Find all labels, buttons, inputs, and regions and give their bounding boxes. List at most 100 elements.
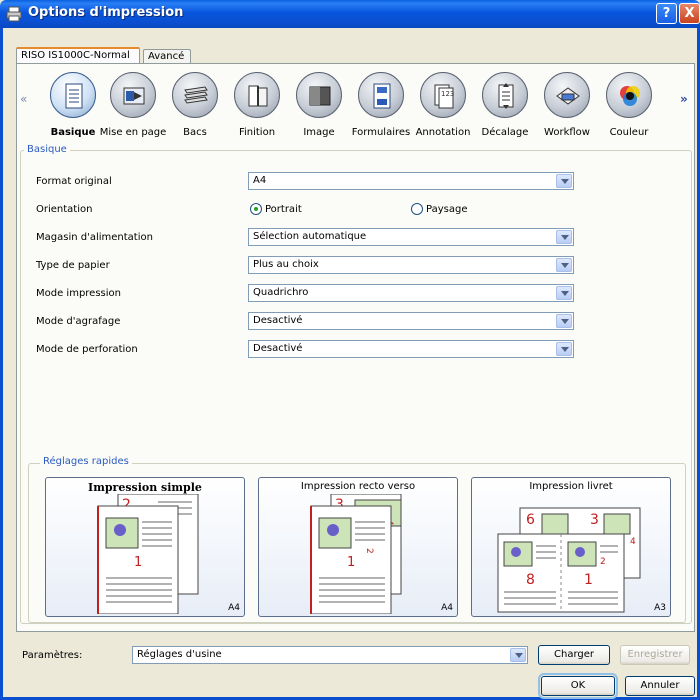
- duplex-print-illustration: 3 4 2 1: [310, 494, 402, 614]
- orientation-portrait-radio[interactable]: Portrait: [250, 203, 302, 215]
- category-label: Décalage: [481, 127, 529, 138]
- chevron-down-icon[interactable]: [556, 258, 572, 272]
- page-number: 6: [526, 512, 535, 528]
- category-label: Annotation: [415, 127, 471, 138]
- quick-settings-title: Réglages rapides: [40, 456, 132, 467]
- category-label: Formulaires: [351, 127, 411, 138]
- type-papier-select[interactable]: Plus au choix: [248, 256, 574, 274]
- type-papier-label: Type de papier: [36, 260, 110, 271]
- category-bacs[interactable]: Bacs: [160, 72, 230, 144]
- color-icon: [606, 72, 652, 118]
- category-formulaires[interactable]: Formulaires: [346, 72, 416, 144]
- page-number: 1: [584, 572, 593, 588]
- type-papier-value: Plus au choix: [253, 259, 319, 270]
- category-label: Mise en page: [99, 127, 167, 138]
- category-finition[interactable]: Finition: [222, 72, 292, 144]
- magasin-label: Magasin d'alimentation: [36, 232, 153, 243]
- mode-perforation-value: Desactivé: [253, 343, 303, 354]
- window-title: Options d'impression: [28, 5, 184, 20]
- booklet-print-illustration: 6 3 4 2 8 1: [497, 507, 641, 613]
- mode-impression-value: Quadrichro: [253, 287, 309, 298]
- page-number: 1: [347, 555, 355, 570]
- params-value: Réglages d'usine: [137, 649, 222, 660]
- quick-card-livret[interactable]: Impression livret 6 3 4 2 8 1 A3: [471, 477, 671, 617]
- layout-icon: [110, 72, 156, 118]
- help-button[interactable]: ?: [656, 3, 677, 24]
- ok-button[interactable]: OK: [538, 673, 618, 699]
- close-button[interactable]: X: [679, 3, 700, 24]
- chevron-down-icon[interactable]: [510, 648, 526, 662]
- card-title: Impression livret: [529, 481, 613, 492]
- orientation-label: Orientation: [36, 204, 93, 215]
- card-title: Impression simple: [88, 481, 202, 494]
- chevron-down-icon[interactable]: [556, 230, 572, 244]
- card-paper-size: A3: [654, 603, 666, 613]
- page-number: 2: [364, 548, 374, 554]
- page-number: 3: [590, 512, 599, 528]
- tab-riso-normal[interactable]: RISO IS1000C-Normal: [16, 47, 140, 64]
- chevron-down-icon[interactable]: [556, 342, 572, 356]
- category-workflow[interactable]: Workflow: [532, 72, 602, 144]
- chevron-down-icon[interactable]: [556, 286, 572, 300]
- format-original-label: Format original: [36, 176, 112, 187]
- mode-impression-select[interactable]: Quadrichro: [248, 284, 574, 302]
- chevron-down-icon[interactable]: [556, 174, 572, 188]
- portrait-label: Portrait: [265, 203, 302, 215]
- offset-icon: [482, 72, 528, 118]
- category-label: Finition: [238, 127, 276, 138]
- radio-unselected-icon[interactable]: [411, 203, 423, 215]
- params-label: Paramètres:: [22, 650, 83, 661]
- trays-icon: [172, 72, 218, 118]
- magasin-value: Sélection automatique: [253, 231, 367, 242]
- page-number: 2: [600, 557, 606, 567]
- page-number: 1: [134, 555, 142, 570]
- annuler-button[interactable]: Annuler: [625, 676, 695, 696]
- category-mise-en-page[interactable]: Mise en page: [98, 72, 168, 144]
- mode-agrafage-label: Mode d'agrafage: [36, 316, 121, 327]
- category-label: Bacs: [183, 127, 207, 138]
- tab-avance[interactable]: Avancé: [143, 49, 191, 64]
- category-label: Workflow: [544, 127, 590, 138]
- finishing-icon: [234, 72, 280, 118]
- mode-perforation-label: Mode de perforation: [36, 344, 138, 355]
- params-select[interactable]: Réglages d'usine: [132, 646, 528, 664]
- category-image[interactable]: Image: [284, 72, 354, 144]
- printer-app-icon: [6, 6, 22, 22]
- basique-group-title: Basique: [24, 144, 70, 155]
- mode-agrafage-select[interactable]: Desactivé: [248, 312, 574, 330]
- title-bar: Options d'impression ? X: [0, 0, 700, 28]
- quick-card-recto-verso[interactable]: Impression recto verso 3 4 2 1 A4: [258, 477, 458, 617]
- charger-button[interactable]: Charger: [538, 645, 610, 665]
- enregistrer-button[interactable]: Enregistrer: [620, 645, 690, 665]
- magasin-select[interactable]: Sélection automatique: [248, 228, 574, 246]
- category-label: Image: [303, 127, 335, 138]
- category-decalage[interactable]: Décalage: [470, 72, 540, 144]
- chevron-down-icon[interactable]: [556, 314, 572, 328]
- page-number: 4: [630, 537, 636, 547]
- simple-print-illustration: 2 1: [97, 494, 199, 614]
- forms-icon: [358, 72, 404, 118]
- card-title: Impression recto verso: [300, 481, 416, 492]
- card-paper-size: A4: [441, 603, 453, 613]
- orientation-paysage-radio[interactable]: Paysage: [411, 203, 467, 215]
- mode-perforation-select[interactable]: Desactivé: [248, 340, 574, 358]
- quick-card-simple[interactable]: Impression simple 2 1 A4: [45, 477, 245, 617]
- card-paper-size: A4: [228, 603, 240, 613]
- workflow-icon: [544, 72, 590, 118]
- category-annotation[interactable]: 123 Annotation: [408, 72, 478, 144]
- category-couleur[interactable]: Couleur: [594, 72, 664, 144]
- mode-agrafage-value: Desactivé: [253, 315, 303, 326]
- image-icon: [296, 72, 342, 118]
- svg-text:123: 123: [441, 90, 454, 98]
- document-icon: [50, 72, 96, 118]
- scroll-right-icon[interactable]: »: [680, 92, 688, 106]
- page-number: 8: [526, 572, 535, 588]
- format-original-value: A4: [253, 175, 267, 186]
- annotation-icon: 123: [420, 72, 466, 118]
- radio-selected-icon[interactable]: [250, 203, 262, 215]
- category-label: Couleur: [609, 127, 649, 138]
- scroll-left-icon[interactable]: «: [20, 92, 27, 106]
- mode-impression-label: Mode impression: [36, 288, 121, 299]
- format-original-select[interactable]: A4: [248, 172, 574, 190]
- paysage-label: Paysage: [426, 203, 468, 215]
